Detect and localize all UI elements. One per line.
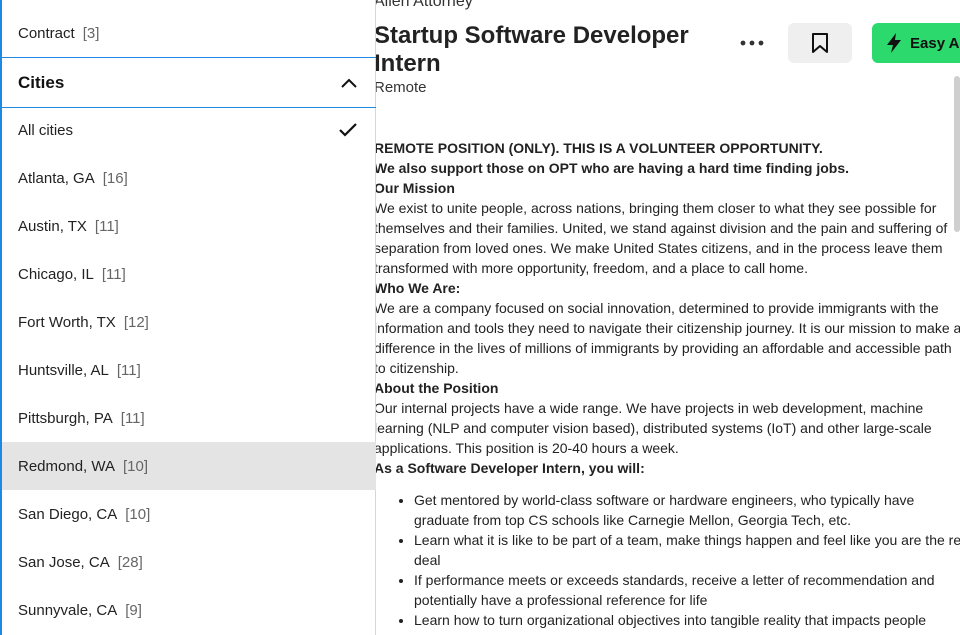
city-option-count: [10] — [125, 505, 151, 523]
job-description: REMOTE POSITION (ONLY). THIS IS A VOLUNT… — [376, 138, 960, 630]
filter-item-label: Contract — [18, 24, 75, 42]
check-icon — [339, 123, 357, 137]
description-text: We also support those on OPT who are hav… — [376, 160, 850, 176]
job-location: Remote — [376, 79, 427, 96]
city-option-label: San Jose, CA — [18, 553, 110, 571]
section-heading: About the Position — [376, 380, 499, 396]
city-option-label: All cities — [18, 121, 74, 139]
description-text: information and tools they need to navig… — [376, 320, 960, 336]
more-options-button[interactable] — [732, 26, 772, 60]
description-text: difference in the lives of millions of i… — [376, 340, 952, 356]
cities-filter-header[interactable]: Cities — [2, 57, 376, 108]
job-detail: Allen Attorney Startup Software Develope… — [376, 0, 960, 635]
filter-panel: Contract [3] Cities All cities Atlanta, G… — [0, 0, 376, 635]
city-option[interactable]: All cities — [2, 106, 376, 154]
list-item-text: If performance meets or exceeds standard… — [414, 572, 935, 588]
city-option-count: [11] — [116, 361, 141, 379]
responsibilities-list: Get mentored by world-class software or … — [376, 490, 960, 630]
city-option[interactable]: Redmond, WA [10] — [2, 442, 376, 490]
city-option-count: [11] — [101, 265, 126, 283]
easy-apply-label: Easy Apply — [910, 34, 960, 52]
city-option-label: Atlanta, GA — [18, 169, 95, 187]
city-option-count: [9] — [125, 601, 142, 619]
list-item-text: Learn what it is like to be part of a te… — [414, 532, 960, 548]
description-text: We exist to unite people, across nations… — [376, 200, 937, 216]
city-option[interactable]: Pittsburgh, PA [11] — [2, 394, 376, 442]
city-option-label: San Diego, CA — [18, 505, 118, 523]
save-job-button[interactable] — [788, 23, 852, 63]
bookmark-icon — [812, 33, 828, 53]
city-option-label: Huntsville, AL — [18, 361, 109, 379]
company-name[interactable]: Allen Attorney — [376, 0, 473, 11]
city-option-count: [11] — [120, 409, 145, 427]
section-heading: Who We Are: — [376, 280, 461, 296]
city-option[interactable]: San Jose, CA [28] — [2, 538, 376, 586]
description-text: applications. This position is 20-40 hou… — [376, 440, 679, 456]
list-item: Learn what it is like to be part of a te… — [414, 530, 960, 570]
description-text: themselves and their families. United, w… — [376, 220, 948, 236]
cities-filter-title: Cities — [18, 72, 65, 92]
city-option-label: Austin, TX — [18, 217, 87, 235]
list-item-text: Learn how to turn organizational objecti… — [414, 612, 927, 628]
list-item-text: Get mentored by world-class software or … — [414, 492, 915, 508]
city-option-count: [11] — [94, 217, 119, 235]
description-text: Our internal projects have a wide range.… — [376, 400, 924, 416]
description-text: transformed with more opportunity, freed… — [376, 260, 808, 276]
description-text: separation from loved ones. We make Unit… — [376, 240, 943, 256]
city-option-count: [28] — [117, 553, 143, 571]
list-item-text: deal — [414, 552, 441, 568]
description-text: learning (NLP and computer vision based)… — [376, 420, 932, 436]
description-text: REMOTE POSITION (ONLY). THIS IS A VOLUNT… — [376, 140, 823, 156]
list-item: If performance meets or exceeds standard… — [414, 570, 960, 610]
filter-item-count: [3] — [82, 24, 100, 42]
city-option-count: [16] — [102, 169, 128, 187]
city-option[interactable]: Sunnyvale, CA [9] — [2, 586, 376, 634]
list-item-text: graduate from top CS schools like Carneg… — [414, 512, 852, 528]
more-horizontal-icon — [740, 40, 764, 46]
section-heading: As a Software Developer Intern, you will… — [376, 460, 645, 476]
description-text: to citizenship. — [376, 360, 459, 376]
chevron-up-icon[interactable] — [340, 74, 358, 92]
easy-apply-button[interactable]: Easy Apply — [872, 23, 960, 63]
city-option-label: Chicago, IL — [18, 265, 94, 283]
city-option-count: [10] — [122, 457, 149, 475]
city-option-label: Fort Worth, TX — [18, 313, 116, 331]
section-heading: Our Mission — [376, 180, 455, 196]
city-option-label: Pittsburgh, PA — [18, 409, 113, 427]
list-item: Get mentored by world-class software or … — [414, 490, 960, 530]
city-option[interactable]: Chicago, IL [11] — [2, 250, 376, 298]
city-option-count: [12] — [123, 313, 149, 331]
city-option[interactable]: San Diego, CA [10] — [2, 490, 376, 538]
city-option[interactable]: Fort Worth, TX [12] — [2, 298, 376, 346]
description-text: We are a company focused on social innov… — [376, 300, 939, 316]
list-item-text: potentially have a professional referenc… — [414, 592, 708, 608]
job-title: Startup Software Developer Intern — [376, 22, 689, 77]
city-option-label: Sunnyvale, CA — [18, 601, 118, 619]
city-option[interactable]: Austin, TX [11] — [2, 202, 376, 250]
filter-item-contract[interactable]: Contract [3] — [2, 9, 376, 57]
city-option[interactable]: Atlanta, GA [16] — [2, 154, 376, 202]
lightning-icon — [887, 33, 901, 53]
city-option-label: Redmond, WA — [18, 457, 115, 475]
list-item: Learn how to turn organizational objecti… — [414, 610, 960, 630]
city-option[interactable]: Huntsville, AL [11] — [2, 346, 376, 394]
